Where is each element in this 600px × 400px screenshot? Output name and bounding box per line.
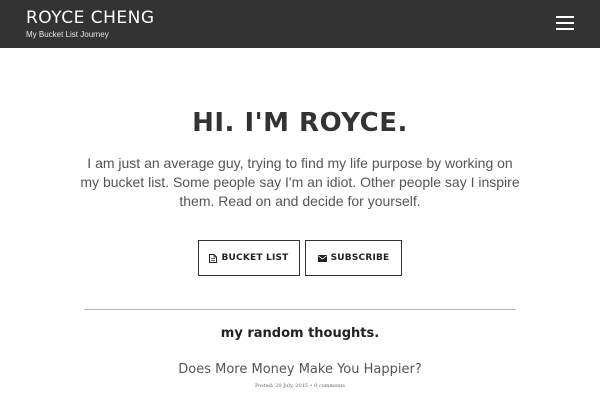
envelope-icon bbox=[317, 254, 327, 262]
site-title-link[interactable]: ROYCE CHENG bbox=[26, 8, 155, 28]
hero-intro-text: I am just an average guy, trying to find… bbox=[80, 155, 520, 209]
meta-separator: • bbox=[309, 383, 313, 389]
hamburger-menu-icon[interactable] bbox=[556, 14, 574, 32]
bucket-list-button-label: BUCKET LIST bbox=[221, 253, 289, 263]
post-title-link[interactable]: Does More Money Make You Happier? bbox=[0, 362, 600, 377]
post-date: 20 July, 2015 bbox=[275, 383, 309, 389]
document-icon bbox=[209, 253, 218, 263]
site-header: ROYCE CHENG My Bucket List Journey bbox=[0, 0, 600, 48]
bucket-list-button[interactable]: BUCKET LIST bbox=[198, 240, 300, 276]
hero-title: HI. I'M ROYCE. bbox=[192, 108, 408, 138]
post-meta: Posted: 20 July, 2015 • 0 comments bbox=[0, 383, 600, 389]
random-thoughts-heading: my random thoughts. bbox=[220, 326, 380, 341]
subscribe-button-label: SUBSCRIBE bbox=[330, 253, 390, 263]
subscribe-button[interactable]: SUBSCRIBE bbox=[305, 240, 402, 276]
site-tagline: My Bucket List Journey bbox=[26, 30, 109, 39]
section-divider bbox=[84, 309, 516, 310]
posted-label: Posted: bbox=[255, 383, 274, 389]
post-comments-link[interactable]: 0 comments bbox=[314, 383, 345, 389]
